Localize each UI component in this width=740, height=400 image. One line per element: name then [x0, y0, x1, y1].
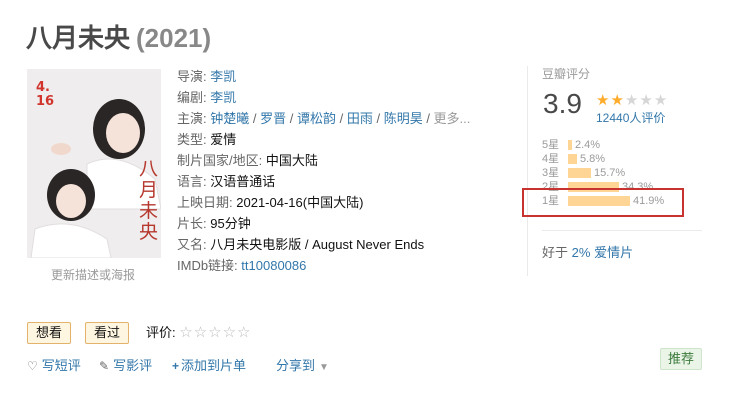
movie-year: (2021) [136, 23, 212, 53]
aka-label: 又名: [177, 237, 207, 252]
genre-value: 爱情 [210, 132, 237, 147]
share-dropdown[interactable]: 分享到 ▼ [276, 355, 329, 374]
language-row: 语言: 汉语普通话 [177, 171, 477, 192]
director-row: 导演: 李凯 [177, 66, 477, 87]
rating-label: 豆瓣评分 [542, 67, 591, 81]
write-short-review-button[interactable]: ♡ 写短评 [27, 355, 81, 374]
better-than: 好于 2% 爱情片 [542, 242, 633, 261]
update-poster-link[interactable]: 更新描述或海报 [30, 266, 156, 283]
cast-link-3[interactable]: 谭松韵 [297, 111, 336, 126]
rate-widget: 评价: ☆☆☆☆☆ [146, 322, 252, 341]
cast-link-2[interactable]: 罗晋 [260, 111, 286, 126]
write-review-button[interactable]: ✎ 写影评 [99, 355, 152, 374]
runtime-value: 95分钟 [210, 216, 251, 231]
writer-label: 编剧: [177, 90, 207, 105]
star-empty-icon: ★ [639, 92, 654, 109]
pencil-icon: ✎ [99, 359, 110, 373]
rating-separator [542, 230, 702, 231]
short-review-label: 写短评 [41, 358, 81, 373]
poster-title-1: 八 [139, 158, 158, 180]
language-label: 语言: [177, 174, 207, 189]
cast-label: 主演: [177, 111, 207, 126]
poster-date-day: 16 [36, 94, 54, 109]
chevron-down-icon: ▼ [319, 362, 329, 373]
rating-row-label: 4星 [542, 153, 560, 165]
star-filled-icon: ★ [596, 92, 611, 109]
poster-title-2: 月 [139, 179, 158, 201]
movie-info: 导演: 李凯 编剧: 李凯 主演: 钟楚曦 / 罗晋 / 谭松韵 / 田雨 / … [177, 66, 477, 276]
share-label: 分享到 [276, 358, 316, 373]
rating-row-label: 5星 [542, 139, 560, 151]
star-filled-icon: ★ [610, 92, 625, 109]
rate-stars[interactable]: ☆☆☆☆☆ [179, 324, 251, 341]
rating-votes-link[interactable]: 12440人评价 [596, 109, 665, 126]
language-value: 汉语普通话 [210, 174, 276, 189]
rating-row: 3星 15.7% [542, 166, 712, 180]
rating-row: 4星 5.8% [542, 152, 712, 166]
region-value: 中国大陆 [265, 153, 318, 168]
genre-label: 类型: [177, 132, 207, 147]
cast-row: 主演: 钟楚曦 / 罗晋 / 谭松韵 / 田雨 / 陈明昊 / 更多... [177, 111, 471, 126]
cast-link-1[interactable]: 钟楚曦 [210, 111, 249, 126]
review-label: 写影评 [113, 358, 153, 373]
poster-title-4: 央 [139, 221, 158, 243]
star-empty-icon: ★ [653, 92, 669, 109]
rating-row-bar [568, 154, 577, 164]
writer-link[interactable]: 李凯 [210, 90, 236, 105]
star-empty-icon: ★ [624, 92, 640, 109]
page-title: 八月未央 (2021) [26, 18, 211, 55]
rating-stars: ★★★★★ [596, 91, 668, 109]
cast-more-link[interactable]: 更多... [434, 111, 471, 126]
runtime-row: 片长: 95分钟 [177, 213, 477, 234]
movie-poster[interactable]: 4. 16 八 月 未 央 [27, 69, 161, 258]
want-to-watch-button[interactable]: 想看 [27, 322, 72, 344]
add-list-label: 添加到片单 [181, 358, 247, 373]
watched-button[interactable]: 看过 [85, 322, 130, 344]
plus-icon: + [172, 359, 180, 373]
release-value: 2021-04-16(中国大陆) [236, 195, 364, 210]
rating-row: 5星 2.4% [542, 138, 712, 152]
rate-label: 评价: [146, 325, 176, 340]
poster-title-3: 未 [139, 200, 158, 222]
rating-row-percent: 2.4% [575, 139, 601, 151]
rating-divider [527, 66, 528, 276]
region-row: 制片国家/地区: 中国大陆 [177, 150, 477, 171]
poster-artwork: 4. 16 八 月 未 央 [27, 69, 161, 258]
cast-link-5[interactable]: 陈明昊 [384, 111, 423, 126]
rating-row-bar [568, 140, 572, 150]
imdb-row: IMDb链接: tt10080086 [177, 255, 477, 276]
imdb-label: IMDb链接: [177, 258, 238, 273]
recommend-button[interactable]: 推荐 [660, 348, 703, 370]
release-row: 上映日期: 2021-04-16(中国大陆) [177, 192, 477, 213]
poster-date-month: 4. [36, 80, 50, 95]
region-label: 制片国家/地区: [177, 153, 263, 168]
better-than-genre[interactable]: 爱情片 [594, 245, 633, 260]
director-link[interactable]: 李凯 [210, 69, 236, 84]
aka-value: 八月未央电影版 / August Never Ends [210, 237, 425, 252]
genre-row: 类型: 爱情 [177, 129, 477, 150]
runtime-label: 片长: [177, 216, 207, 231]
better-than-prefix: 好于 [542, 245, 569, 260]
movie-title: 八月未央 [26, 23, 131, 53]
rating-row-bar [568, 168, 591, 178]
speech-bubble-icon: ♡ [27, 359, 38, 373]
rating-row-percent: 15.7% [594, 167, 626, 179]
one-star-highlight-box [522, 188, 684, 217]
writer-row: 编剧: 李凯 [177, 87, 477, 108]
better-than-percent[interactable]: 2% [572, 245, 591, 260]
director-label: 导演: [177, 69, 207, 84]
aka-row: 又名: 八月未央电影版 / August Never Ends [177, 234, 477, 255]
rating-row-percent: 5.8% [580, 153, 606, 165]
add-to-list-button[interactable]: + 添加到片单 [172, 355, 246, 374]
imdb-link[interactable]: tt10080086 [241, 258, 306, 273]
rating-row-label: 3星 [542, 167, 560, 179]
rating-score: 3.9 [543, 88, 582, 119]
cast-link-4[interactable]: 田雨 [347, 111, 373, 126]
release-label: 上映日期: [177, 195, 233, 210]
